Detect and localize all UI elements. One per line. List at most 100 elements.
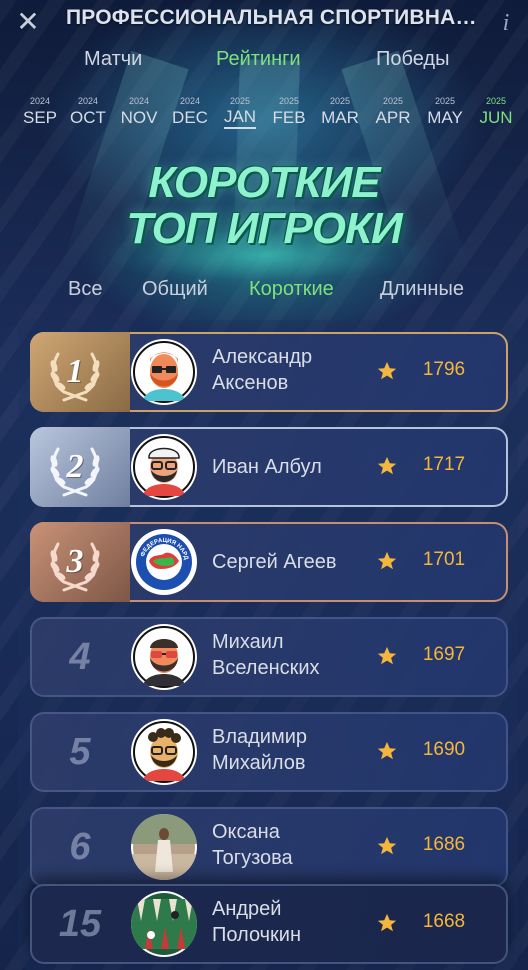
month-name: MAR <box>321 108 359 127</box>
month-name: OCT <box>70 108 106 127</box>
player-avatar: ФЕДЕРАЦИЯ НАРД <box>131 529 197 595</box>
top-bar: ✕ ПРОФЕССИОНАЛЬНАЯ СПОРТИВНАЯ … i <box>0 0 528 44</box>
player-first-name: Андрей <box>212 898 282 920</box>
filter-overall[interactable]: Общий <box>142 278 208 301</box>
player-avatar <box>131 624 197 690</box>
star-icon <box>377 646 397 665</box>
player-score: 1697 <box>422 644 466 665</box>
month-item[interactable]: 2024 OCT <box>62 96 114 129</box>
month-year: 2024 <box>128 96 150 106</box>
avatar-red-beard-glasses-icon <box>133 341 195 403</box>
main-tabs: Матчи Рейтинги Победы <box>0 48 528 78</box>
month-item[interactable]: 2024 NOV <box>113 96 165 129</box>
player-first-name: Владимир <box>212 726 308 748</box>
star-icon <box>377 361 397 380</box>
player-score: 1717 <box>422 454 466 475</box>
hero-banner: КОРОТКИЕ ТОП ИГРОКИ <box>80 160 448 252</box>
player-last-name: Полочкин <box>212 924 302 946</box>
player-score: 1701 <box>422 549 466 570</box>
month-year: 2025 <box>329 96 351 106</box>
month-name: FEB <box>272 108 306 127</box>
leaderboard-row[interactable]: 1 Александр Аксенов 1796 <box>30 332 508 412</box>
leaderboard-row[interactable]: 5 Владимир Михайлов 1690 <box>30 712 508 792</box>
player-avatar <box>131 719 197 785</box>
month-item-selected[interactable]: 2025 JAN <box>214 96 266 129</box>
month-name: JUN <box>479 108 513 127</box>
close-icon[interactable]: ✕ <box>16 8 40 36</box>
player-avatar <box>131 891 197 957</box>
avatar-photo-woman-icon <box>131 814 197 880</box>
star-icon <box>377 551 397 570</box>
month-name: DEC <box>172 108 208 127</box>
info-icon[interactable]: i <box>496 10 516 36</box>
month-item[interactable]: 2025 MAY <box>419 96 471 129</box>
filter-all[interactable]: Все <box>68 278 102 301</box>
month-year: 2024 <box>29 96 51 106</box>
month-item[interactable]: 2025 FEB <box>263 96 315 129</box>
player-first-name: Александр <box>212 346 313 368</box>
player-score: 1796 <box>422 359 466 380</box>
month-name: NOV <box>120 108 158 127</box>
player-score: 1668 <box>422 911 466 932</box>
month-name: SEP <box>22 108 58 127</box>
tab-matches[interactable]: Матчи <box>84 48 142 71</box>
avatar-dark-beard-sunglasses-icon <box>133 626 195 688</box>
player-name: Александр Аксенов <box>212 344 382 396</box>
month-item-current[interactable]: 2025 JUN <box>470 96 522 129</box>
player-avatar <box>131 814 197 880</box>
player-last-name: Аксенов <box>212 372 289 394</box>
month-year: 2025 <box>382 96 404 106</box>
month-year: 2025 <box>485 96 507 106</box>
page-title: ПРОФЕССИОНАЛЬНАЯ СПОРТИВНАЯ … <box>66 6 486 29</box>
player-name: Андрей Полочкин <box>212 896 382 948</box>
month-name: APR <box>375 108 411 127</box>
month-year: 2025 <box>434 96 456 106</box>
tab-wins[interactable]: Победы <box>376 48 449 71</box>
month-name: JAN <box>223 107 257 129</box>
leaderboard-row[interactable]: 3 ФЕДЕРАЦИЯ НАРД Сергей Агеев 1701 <box>30 522 508 602</box>
player-name: Оксана Тогузова <box>212 819 382 871</box>
player-score: 1686 <box>422 834 466 855</box>
player-first-name: Михаил <box>212 631 284 653</box>
filter-short[interactable]: Короткие <box>249 278 334 301</box>
filter-long[interactable]: Длинные <box>380 278 464 301</box>
player-name: Иван Албул <box>212 454 382 480</box>
player-first-name: Иван Албул <box>212 456 322 478</box>
rank-number: 5 <box>69 731 91 773</box>
rank-number: 4 <box>69 636 91 678</box>
player-last-name: Вселенских <box>212 657 320 679</box>
month-year: 2025 <box>278 96 300 106</box>
star-icon <box>377 913 397 932</box>
month-item[interactable]: 2025 APR <box>367 96 419 129</box>
avatar-backgammon-board-icon <box>131 893 197 955</box>
rank-number: 6 <box>69 826 91 868</box>
leaderboard-row[interactable]: 2 Иван Албул 1717 <box>30 427 508 507</box>
player-score: 1690 <box>422 739 466 760</box>
month-item[interactable]: 2024 DEC <box>164 96 216 129</box>
rank-number: 3 <box>66 543 84 580</box>
star-icon <box>377 836 397 855</box>
player-name: Владимир Михайлов <box>212 724 382 776</box>
hero-title-line-1: КОРОТКИЕ <box>148 158 380 207</box>
month-selector: 2024 SEP 2024 OCT 2024 NOV 2024 DEC 2025 JAN … <box>0 96 528 132</box>
leaderboard-row-current-user[interactable]: 15 Андрей Полочкин 1668 <box>30 884 508 964</box>
month-item[interactable]: 2024 SEP <box>14 96 66 129</box>
player-first-name: Сергей Агеев <box>212 551 337 573</box>
month-year: 2024 <box>179 96 201 106</box>
player-avatar <box>131 434 197 500</box>
player-name: Михаил Вселенских <box>212 629 382 681</box>
avatar-cap-glasses-icon <box>133 436 195 498</box>
star-icon <box>377 741 397 760</box>
game-type-filters: Все Общий Короткие Длинные <box>0 278 528 308</box>
player-last-name: Михайлов <box>212 752 306 774</box>
avatar-federation-logo-icon: ФЕДЕРАЦИЯ НАРД <box>134 532 194 592</box>
player-first-name: Оксана <box>212 821 280 843</box>
tab-ratings[interactable]: Рейтинги <box>216 48 301 71</box>
leaderboard-row[interactable]: 4 Михаил Вселенских 1697 <box>30 617 508 697</box>
month-name: MAY <box>427 108 463 127</box>
month-item[interactable]: 2025 MAR <box>314 96 366 129</box>
player-avatar <box>131 339 197 405</box>
leaderboard-row[interactable]: 6 Оксана Тогузова 1686 <box>30 807 508 887</box>
rank-number: 15 <box>58 903 102 945</box>
star-icon <box>377 456 397 475</box>
